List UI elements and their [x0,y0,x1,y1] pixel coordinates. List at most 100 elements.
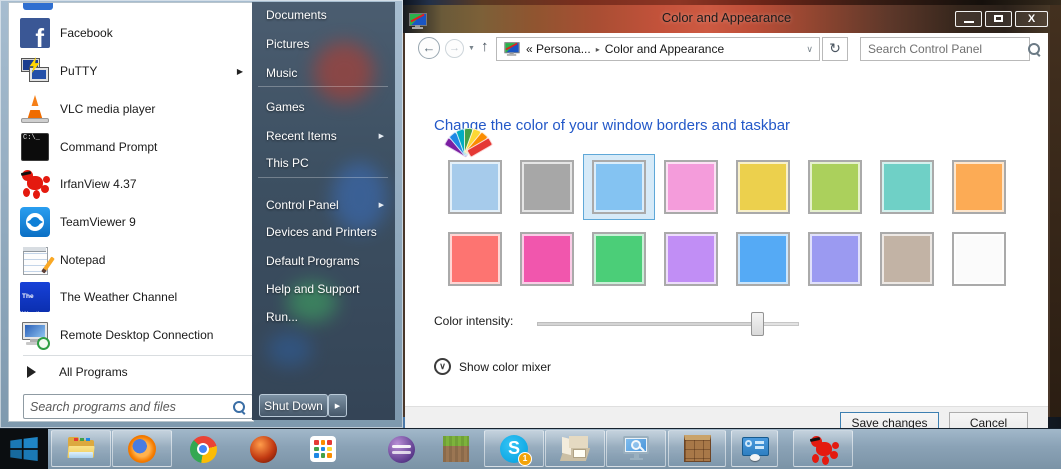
swatch-hot-pink[interactable] [520,232,574,286]
start-menu-item-music[interactable]: Music [254,61,394,85]
taskbar-crafting-table[interactable] [668,430,726,467]
menu-item-label: Music [266,66,297,80]
shut-down-label: Shut Down [264,399,323,413]
start-menu-item-putty[interactable]: PuTTY ▶ [13,53,249,89]
swatch-green[interactable] [592,232,646,286]
swatch-lime-green[interactable] [808,160,862,214]
minimize-button[interactable] [955,11,982,27]
close-button[interactable]: X [1015,11,1048,27]
swatch-teal[interactable] [880,160,934,214]
taskbar-app-grid[interactable] [308,434,338,464]
start-menu-item-recent-items[interactable]: Recent Items▶ [254,124,394,148]
control-panel-search-input[interactable] [861,42,1027,56]
recent-pages-dropdown[interactable]: ▼ [468,45,475,52]
start-menu-item-control-panel[interactable]: Control Panel▶ [254,193,394,217]
start-menu-item-documents[interactable]: Documents [254,3,394,27]
address-dropdown-icon[interactable]: ∨ [806,44,813,55]
shut-down-options-arrow[interactable]: ▶ [328,394,347,417]
app-grid-icon [310,436,336,462]
skype-notification-badge: 1 [518,452,532,466]
control-panel-search-box[interactable] [860,37,1030,61]
taskbar-chrome[interactable] [188,434,218,464]
up-button[interactable]: ↑ [481,38,489,55]
breadcrumb-separator-icon: ▸ [596,45,600,54]
menu-item-label: Devices and Printers [266,225,377,239]
menu-item-label: This PC [266,156,309,170]
divider [258,177,388,178]
color-and-appearance-window: Color and Appearance X ← → ▼ ↑ « Persona… [403,5,1050,417]
taskbar-eclipse[interactable] [386,434,416,464]
swatch-orange[interactable] [952,160,1006,214]
maximize-icon [994,15,1003,22]
address-bar[interactable]: « Persona... ▸ Color and Appearance ∨ [496,37,820,61]
start-menu-item-games[interactable]: Games [254,95,394,119]
start-menu-search-box[interactable] [23,394,253,419]
start-menu-item-devices-printers[interactable]: Devices and Printers [254,220,394,244]
breadcrumb-parent[interactable]: « Persona... [526,42,591,56]
swatch-pink[interactable] [664,160,718,214]
start-menu-item-remote-desktop[interactable]: Remote Desktop Connection [13,317,249,353]
taskbar-skype[interactable]: S 1 [484,430,544,467]
taskbar-irfanview[interactable] [793,430,853,467]
breadcrumb-current[interactable]: Color and Appearance [605,42,724,56]
menu-item-label: Help and Support [266,282,359,296]
start-menu-left-panel: f Facebook PuTTY ▶ VLC media player C:\_… [8,2,254,422]
taskbar-pale-moon[interactable] [248,434,278,464]
swatch-automatic[interactable] [448,160,502,214]
start-menu-item-irfanview[interactable]: IrfanView 4.37 [13,166,249,202]
swatch-lavender[interactable] [664,232,718,286]
color-intensity-label: Color intensity: [434,314,513,328]
show-color-mixer-toggle[interactable]: ∨ Show color mixer [434,358,551,375]
all-programs-label: All Programs [59,365,128,379]
teamviewer-icon [19,206,51,238]
forward-button[interactable]: → [445,39,464,58]
sweet-home-3d-icon [561,436,589,462]
taskbar-sweet-home-3d[interactable] [545,430,605,467]
swatch-taupe[interactable] [880,232,934,286]
start-menu-item-facebook[interactable]: f Facebook [13,15,249,51]
search-icon [1027,42,1041,56]
taskbar-screen-magnifier[interactable] [606,430,666,467]
start-menu-item-pictures[interactable]: Pictures [254,32,394,56]
start-menu-item-notepad[interactable]: Notepad [13,242,249,278]
maximize-button[interactable] [985,11,1012,27]
refresh-icon: ↻ [829,40,841,56]
start-menu-item-this-pc[interactable]: This PC [254,151,394,175]
color-intensity-slider-fill [537,322,757,326]
refresh-button[interactable]: ↻ [822,37,848,61]
search-icon [232,400,246,414]
window-titlebar[interactable]: Color and Appearance X [403,5,1050,33]
taskbar-minecraft[interactable] [441,434,471,464]
start-menu-item-label: Facebook [60,26,113,40]
start-menu-item-label: IrfanView 4.37 [60,177,137,191]
back-arrow-icon: ← [423,40,436,55]
swatch-coral-red[interactable] [448,232,502,286]
start-menu-item-help-support[interactable]: Help and Support [254,277,394,301]
swatch-sky-blue-selected[interactable] [592,160,646,214]
color-intensity-slider-handle[interactable] [751,312,764,336]
back-button[interactable]: ← [418,37,440,59]
swatch-blue[interactable] [736,232,790,286]
taskbar-display-settings[interactable] [731,430,778,467]
taskbar-firefox[interactable] [112,430,172,467]
start-menu-search-input[interactable] [24,400,232,414]
start-menu-item-weather-channel[interactable]: The Weather Channel The Weather Channel [13,279,249,315]
partial-app-icon[interactable] [23,3,53,10]
start-button[interactable] [0,429,48,469]
all-programs-item[interactable]: All Programs [13,359,249,385]
swatch-yellow[interactable] [736,160,790,214]
shut-down-button[interactable]: Shut Down [259,394,328,417]
submenu-arrow-icon: ▶ [237,67,243,76]
chrome-icon [190,436,217,463]
swatch-periwinkle[interactable] [808,232,862,286]
wallpaper-blur-blob [267,332,312,367]
start-menu-item-run[interactable]: Run... [254,305,394,329]
start-menu-item-default-programs[interactable]: Default Programs [254,249,394,273]
start-menu-item-command-prompt[interactable]: C:\_ Command Prompt [13,129,249,165]
start-menu-item-vlc[interactable]: VLC media player [13,91,249,127]
taskbar-file-explorer[interactable] [51,430,111,467]
swatch-gray[interactable] [520,160,574,214]
swatch-white[interactable] [952,232,1006,286]
start-menu-item-label: TeamViewer 9 [60,215,136,229]
start-menu-item-teamviewer[interactable]: TeamViewer 9 [13,204,249,240]
